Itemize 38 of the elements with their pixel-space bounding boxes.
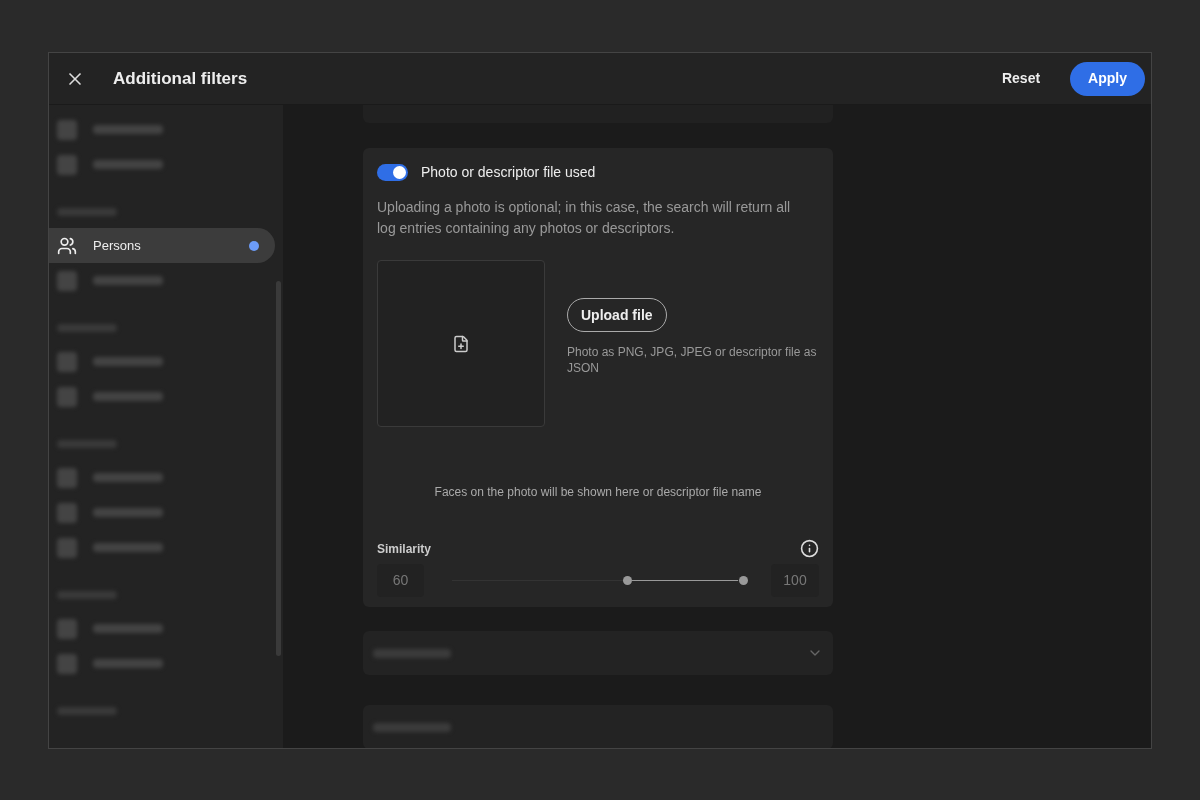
toggle-label: Photo or descriptor file used (421, 163, 596, 182)
blurred-label (93, 543, 163, 552)
blurred-label (93, 659, 163, 668)
blurred-label (93, 276, 163, 285)
blurred-icon (57, 653, 77, 674)
blurred-icon (57, 502, 77, 523)
blurred-icon (57, 618, 77, 639)
similarity-label: Similarity (377, 540, 432, 558)
toggle-switch[interactable] (377, 164, 408, 181)
blurred-label (93, 160, 163, 169)
blurred-label (93, 473, 163, 482)
dialog-title: Additional filters (113, 67, 248, 90)
slider-thumb[interactable] (622, 576, 632, 585)
max-value-field[interactable]: 100 (771, 564, 819, 597)
reset-button[interactable]: Reset (985, 60, 1057, 97)
blurred-icon (57, 154, 77, 175)
blurred-icon (57, 270, 77, 291)
blurred-icon (57, 119, 77, 140)
sidebar-item[interactable]: Persons (49, 228, 275, 263)
persons-icon (57, 235, 77, 256)
description-text: Uploading a photo is optional; in this case, the search will return all log entries containing any photos or descriptors. (377, 198, 792, 238)
apply-button[interactable]: Apply (1070, 61, 1145, 96)
min-value-field[interactable]: 60 (377, 564, 424, 597)
blurred-icon (57, 467, 77, 488)
blurred-label (93, 392, 163, 401)
blurred-icon (57, 537, 77, 558)
file-add-icon (452, 334, 470, 353)
blurred-icon (57, 351, 77, 372)
blurred-label (93, 357, 163, 366)
blurred-label (93, 508, 163, 517)
faces-hint: Faces on the photo will be shown here or descriptor file name (433, 484, 763, 501)
info-icon[interactable] (800, 539, 819, 558)
formats-hint: Photo as PNG, JPG, JPEG or descriptor file as JSON (567, 344, 817, 376)
blurred-label (93, 624, 163, 633)
blurred-label (93, 125, 163, 134)
upload-file-button[interactable]: Upload file (567, 298, 667, 332)
blurred-icon (57, 386, 77, 407)
slider-thumb[interactable] (739, 576, 748, 585)
